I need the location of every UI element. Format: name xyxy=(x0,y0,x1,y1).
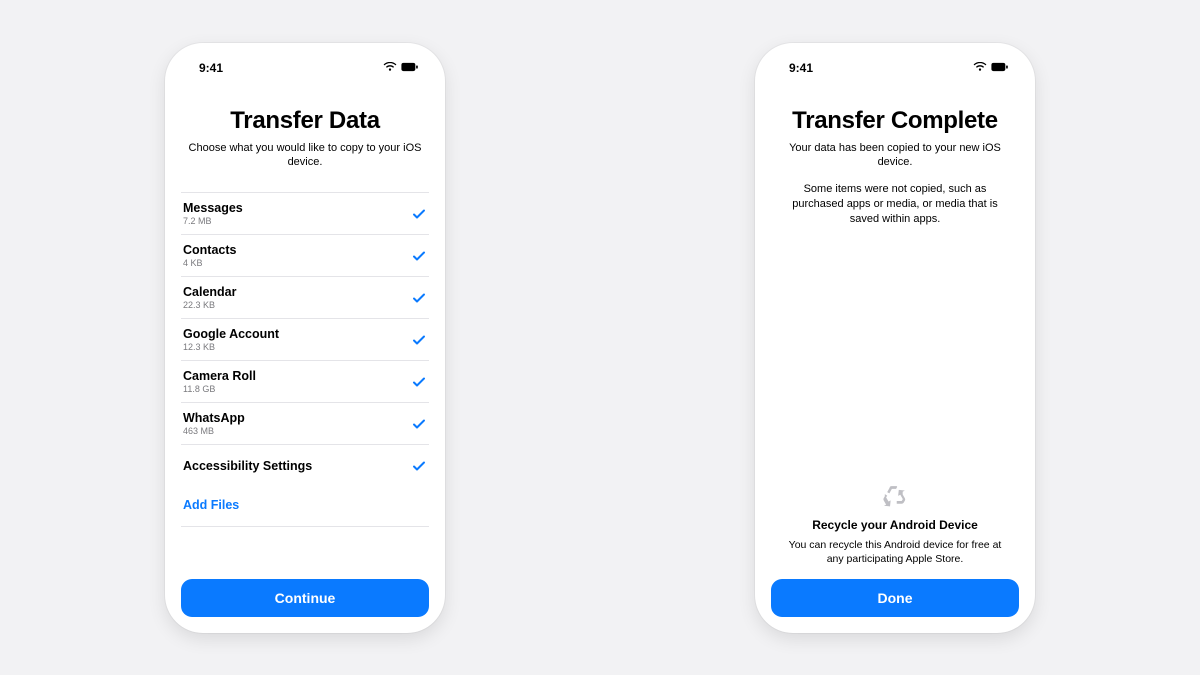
list-item[interactable]: Camera Roll 11.8 GB xyxy=(181,360,429,402)
checkmark-icon xyxy=(411,206,427,222)
item-name: Camera Roll xyxy=(183,369,256,383)
title-block: Transfer Data Choose what you would like… xyxy=(181,107,429,171)
item-size: 4 KB xyxy=(183,258,236,268)
page-subtitle-secondary: Some items were not copied, such as purc… xyxy=(777,182,1013,227)
list-item[interactable]: Messages 7.2 MB xyxy=(181,192,429,234)
done-button[interactable]: Done xyxy=(771,579,1019,617)
phone-transfer-data: 9:41 Transfer Data Choose what you would… xyxy=(165,43,445,633)
status-icons xyxy=(383,61,419,75)
status-icons xyxy=(973,61,1009,75)
list-item[interactable]: Google Account 12.3 KB xyxy=(181,318,429,360)
wifi-icon xyxy=(383,61,397,75)
item-name: Accessibility Settings xyxy=(183,459,312,473)
status-bar: 9:41 xyxy=(181,61,429,85)
item-size: 463 MB xyxy=(183,426,245,436)
item-name: WhatsApp xyxy=(183,411,245,425)
checkmark-icon xyxy=(411,290,427,306)
list-item[interactable]: WhatsApp 463 MB xyxy=(181,402,429,444)
status-bar: 9:41 xyxy=(771,61,1019,85)
item-name: Contacts xyxy=(183,243,236,257)
recycle-icon xyxy=(779,484,1011,510)
continue-button[interactable]: Continue xyxy=(181,579,429,617)
checkmark-icon xyxy=(411,248,427,264)
list-item[interactable]: Contacts 4 KB xyxy=(181,234,429,276)
item-name: Google Account xyxy=(183,327,279,341)
item-name: Messages xyxy=(183,201,243,215)
page-subtitle: Your data has been copied to your new iO… xyxy=(777,141,1013,171)
add-files-button[interactable]: Add Files xyxy=(181,486,429,527)
checkmark-icon xyxy=(411,332,427,348)
data-type-list: Messages 7.2 MB Contacts 4 KB Calendar 2… xyxy=(181,192,429,566)
item-size: 11.8 GB xyxy=(183,384,256,394)
spacer xyxy=(771,227,1019,484)
item-size: 12.3 KB xyxy=(183,342,279,352)
page-title: Transfer Data xyxy=(187,107,423,135)
phone-transfer-complete: 9:41 Transfer Complete Your data has bee… xyxy=(755,43,1035,633)
battery-icon xyxy=(991,61,1009,75)
checkmark-icon xyxy=(411,458,427,474)
list-item[interactable]: Calendar 22.3 KB xyxy=(181,276,429,318)
wifi-icon xyxy=(973,61,987,75)
list-item[interactable]: Accessibility Settings xyxy=(181,444,429,486)
item-name: Calendar xyxy=(183,285,237,299)
recycle-text: You can recycle this Android device for … xyxy=(779,538,1011,566)
recycle-title: Recycle your Android Device xyxy=(779,518,1011,532)
page-title: Transfer Complete xyxy=(777,107,1013,135)
title-block: Transfer Complete Your data has been cop… xyxy=(771,107,1019,227)
checkmark-icon xyxy=(411,416,427,432)
page-subtitle: Choose what you would like to copy to yo… xyxy=(187,141,423,171)
status-time: 9:41 xyxy=(199,61,223,75)
checkmark-icon xyxy=(411,374,427,390)
status-time: 9:41 xyxy=(789,61,813,75)
recycle-block: Recycle your Android Device You can recy… xyxy=(771,484,1019,566)
item-size: 22.3 KB xyxy=(183,300,237,310)
item-size: 7.2 MB xyxy=(183,216,243,226)
battery-icon xyxy=(401,61,419,75)
